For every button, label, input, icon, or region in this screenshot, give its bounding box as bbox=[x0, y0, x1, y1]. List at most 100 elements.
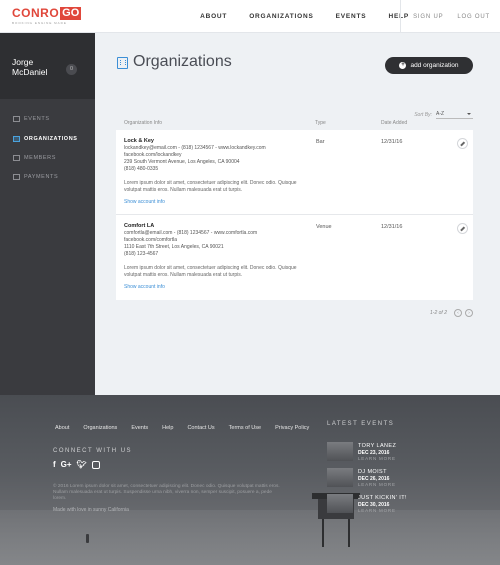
pencil-icon bbox=[460, 141, 465, 146]
logo[interactable]: CONRO GO BOOKING ENGINE MADE bbox=[12, 6, 82, 25]
sort-select[interactable]: A-Z bbox=[436, 111, 473, 119]
show-account-info-link[interactable]: Show account info bbox=[124, 199, 165, 205]
payments-icon bbox=[13, 174, 20, 180]
organizations-table: Lock & Key lockandkey@email.com - (818) … bbox=[116, 130, 473, 300]
logo-box: GO bbox=[60, 7, 82, 20]
org-facebook: facebook.com/comfortla bbox=[124, 237, 178, 243]
column-header-date[interactable]: Date Added bbox=[381, 120, 407, 126]
learn-more-link[interactable]: LEARN MORE bbox=[358, 482, 396, 487]
twitter-icon[interactable]: 🐦︎ bbox=[77, 460, 87, 469]
org-address: 239 South Vermont Avenue, Los Angeles, C… bbox=[124, 159, 240, 165]
org-date-added: 12/31/16 bbox=[381, 224, 403, 230]
logo-tagline: BOOKING ENGINE MADE bbox=[12, 21, 67, 25]
log-out-link[interactable]: LOG OUT bbox=[457, 14, 490, 20]
footer-background-image bbox=[0, 510, 500, 565]
google-plus-icon[interactable]: G+ bbox=[61, 460, 72, 469]
main-content: Organizations + add organization Sort By… bbox=[95, 33, 500, 395]
sidebar-item-members[interactable]: MEMBERS bbox=[0, 149, 95, 167]
org-description: Lorem ipsum dolor sit amet, consectetuer… bbox=[124, 265, 297, 278]
made-with-love-text: Made with love in sunny California bbox=[53, 507, 129, 513]
event-thumbnail bbox=[327, 442, 353, 461]
event-thumbnail bbox=[327, 468, 353, 487]
add-organization-label: add organization bbox=[410, 62, 459, 69]
edit-button[interactable] bbox=[457, 223, 468, 234]
event-item[interactable]: JUST KICKIN' IT! DEC 30, 2016 LEARN MORE bbox=[327, 494, 457, 514]
sidebar-item-label: MEMBERS bbox=[24, 155, 57, 161]
members-icon bbox=[13, 155, 20, 161]
nav-about[interactable]: ABOUT bbox=[200, 13, 227, 20]
org-facebook: facebook.com/lockandkey bbox=[124, 152, 182, 158]
person-silhouette bbox=[86, 534, 89, 543]
copyright-text: © 2016 Lorem ipsum dolor sit amet, conse… bbox=[53, 484, 280, 501]
footer-link-organizations[interactable]: Organizations bbox=[83, 425, 117, 431]
event-item[interactable]: DJ MOIST DEC 26, 2016 LEARN MORE bbox=[327, 468, 457, 488]
sidebar-item-label: PAYMENTS bbox=[24, 174, 59, 180]
add-organization-button[interactable]: + add organization bbox=[385, 57, 473, 74]
event-name: JUST KICKIN' IT! bbox=[358, 495, 407, 501]
latest-events-heading: LATEST EVENTS bbox=[327, 421, 395, 427]
org-name: Lock & Key bbox=[124, 138, 154, 144]
top-header: CONRO GO BOOKING ENGINE MADE ABOUT ORGAN… bbox=[0, 0, 500, 33]
footer-links: About Organizations Events Help Contact … bbox=[55, 425, 323, 431]
organizations-icon bbox=[13, 136, 20, 142]
pagination-text: 1-2 of 2 bbox=[430, 310, 447, 316]
page-title: Organizations bbox=[133, 53, 232, 70]
pagination: 1-2 of 2 ‹ › bbox=[430, 309, 473, 317]
org-type: Venue bbox=[316, 224, 332, 230]
sidebar-item-label: EVENTS bbox=[24, 116, 50, 122]
sort-control: Sort By: A-Z bbox=[414, 111, 473, 119]
prev-page-button[interactable]: ‹ bbox=[454, 309, 462, 317]
event-name: TORY LANEZ bbox=[358, 443, 397, 449]
events-icon bbox=[13, 116, 20, 122]
instagram-icon[interactable] bbox=[91, 460, 100, 469]
footer-link-terms[interactable]: Terms of Use bbox=[229, 425, 261, 431]
event-item[interactable]: TORY LANEZ DEC 23, 2016 LEARN MORE bbox=[327, 442, 457, 462]
sidebar-item-events[interactable]: EVENTS bbox=[0, 110, 95, 128]
org-phone: (818) 480-0335 bbox=[124, 166, 159, 172]
org-phone: (818) 123-4567 bbox=[124, 251, 159, 257]
show-account-info-link[interactable]: Show account info bbox=[124, 284, 165, 290]
pencil-icon bbox=[460, 226, 465, 231]
learn-more-link[interactable]: LEARN MORE bbox=[358, 508, 396, 513]
table-row: Comfort LA comfortla@email.com - (818) 1… bbox=[116, 215, 473, 300]
main-nav: ABOUT ORGANIZATIONS EVENTS HELP bbox=[178, 0, 409, 33]
org-type: Bar bbox=[316, 139, 325, 145]
connect-heading: CONNECT WITH US bbox=[53, 448, 133, 454]
next-page-button[interactable]: › bbox=[465, 309, 473, 317]
sort-label: Sort By: bbox=[414, 112, 432, 118]
nav-organizations[interactable]: ORGANIZATIONS bbox=[249, 13, 313, 20]
footer-link-help[interactable]: Help bbox=[162, 425, 173, 431]
event-thumbnail bbox=[327, 494, 353, 513]
sidebar-item-payments[interactable]: PAYMENTS bbox=[0, 168, 95, 186]
organizations-icon bbox=[117, 57, 128, 69]
column-header-info[interactable]: Organization Info bbox=[124, 120, 162, 126]
org-address: 1110 East 7th Street, Los Angeles, CA 90… bbox=[124, 244, 224, 250]
column-header-type[interactable]: Type bbox=[315, 120, 326, 126]
user-first-name: Jorge bbox=[12, 57, 34, 67]
sidebar-item-label: ORGANIZATIONS bbox=[24, 136, 78, 142]
org-name: Comfort LA bbox=[124, 223, 155, 229]
sign-up-link[interactable]: SIGN UP bbox=[413, 14, 443, 20]
table-row: Lock & Key lockandkey@email.com - (818) … bbox=[116, 130, 473, 215]
edit-button[interactable] bbox=[457, 138, 468, 149]
footer: About Organizations Events Help Contact … bbox=[0, 395, 500, 565]
account-nav: SIGN UP LOG OUT bbox=[400, 0, 490, 33]
footer-link-about[interactable]: About bbox=[55, 425, 69, 431]
plus-icon: + bbox=[399, 62, 407, 69]
footer-link-contact[interactable]: Contact Us bbox=[187, 425, 214, 431]
user-panel: Jorge McDaniel 0 bbox=[0, 33, 95, 99]
org-date-added: 12/31/16 bbox=[381, 139, 403, 145]
logo-text: CONRO bbox=[12, 6, 60, 20]
org-contact: lockandkey@email.com - (818) 1234567 - w… bbox=[124, 145, 266, 151]
event-name: DJ MOIST bbox=[358, 469, 387, 475]
notification-badge[interactable]: 0 bbox=[66, 64, 77, 75]
social-links: f G+ 🐦︎ bbox=[53, 460, 100, 469]
footer-link-privacy[interactable]: Privacy Policy bbox=[275, 425, 309, 431]
sidebar-item-organizations[interactable]: ORGANIZATIONS bbox=[0, 130, 95, 148]
facebook-icon[interactable]: f bbox=[53, 460, 56, 469]
nav-events[interactable]: EVENTS bbox=[336, 13, 367, 20]
user-last-name: McDaniel bbox=[12, 67, 48, 77]
learn-more-link[interactable]: LEARN MORE bbox=[358, 456, 396, 461]
user-name[interactable]: Jorge McDaniel bbox=[12, 57, 47, 77]
footer-link-events[interactable]: Events bbox=[131, 425, 148, 431]
